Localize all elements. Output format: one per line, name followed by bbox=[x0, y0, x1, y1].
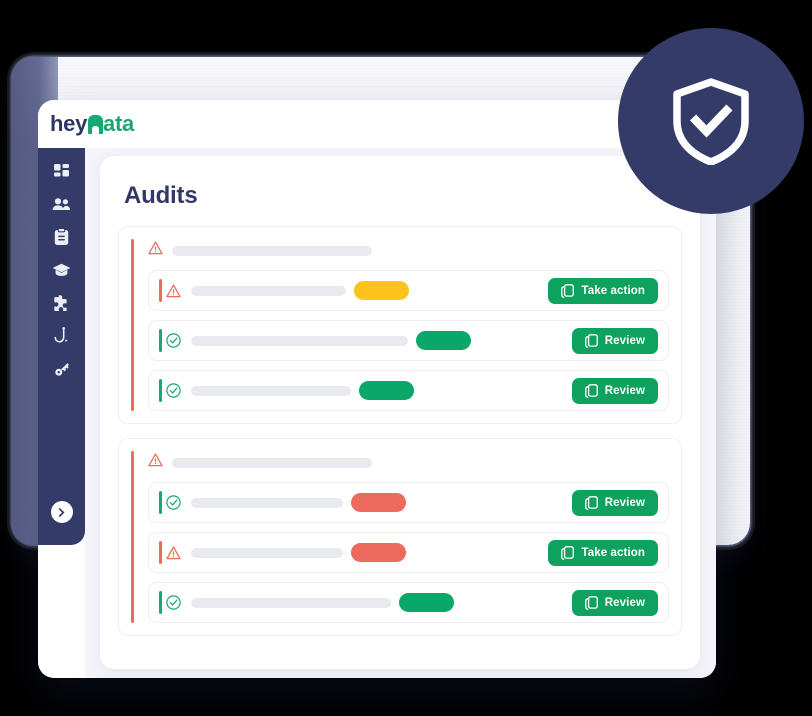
audit-group: Take action Review Review bbox=[118, 226, 682, 424]
take-action-button[interactable]: Take action bbox=[548, 277, 658, 304]
button-label: Review bbox=[604, 596, 645, 609]
copy-icon bbox=[561, 283, 575, 298]
audit-row-status-pill bbox=[359, 381, 414, 400]
audit-row-status-pill bbox=[351, 493, 406, 512]
warning-triangle-icon bbox=[165, 544, 182, 561]
audit-row-status-pill bbox=[416, 331, 471, 350]
app-window: hey ata Audits Take action Review Review… bbox=[38, 100, 716, 678]
logo-text-suffix: ata bbox=[103, 111, 134, 136]
button-label: Take action bbox=[581, 284, 645, 297]
sidebar-item-integrations[interactable] bbox=[52, 293, 72, 313]
audit-row-title-placeholder bbox=[191, 285, 346, 296]
warning-triangle-icon bbox=[165, 282, 182, 299]
content-area: Audits Take action Review Review Review Take… bbox=[85, 148, 716, 678]
check-circle-icon bbox=[165, 332, 182, 349]
warning-triangle-icon bbox=[148, 453, 163, 472]
shield-badge bbox=[618, 28, 804, 214]
sidebar-item-audits[interactable] bbox=[52, 227, 72, 247]
review-button[interactable]: Review bbox=[571, 327, 658, 354]
audit-row[interactable]: Review bbox=[148, 482, 669, 523]
audit-group-status-bar bbox=[131, 239, 134, 411]
audit-group-title-placeholder bbox=[172, 245, 372, 256]
review-button[interactable]: Review bbox=[571, 589, 658, 616]
button-label: Take action bbox=[581, 546, 645, 559]
shield-check-icon bbox=[673, 78, 749, 165]
audit-row-title-placeholder bbox=[191, 597, 391, 608]
logo[interactable]: hey ata bbox=[50, 111, 134, 137]
take-action-button[interactable]: Take action bbox=[548, 539, 658, 566]
copy-icon bbox=[584, 383, 598, 398]
sidebar-item-dashboard[interactable] bbox=[52, 161, 72, 181]
audit-row[interactable]: Take action bbox=[148, 270, 669, 311]
warning-triangle-icon bbox=[148, 241, 163, 260]
copy-icon bbox=[584, 595, 598, 610]
copy-icon bbox=[584, 495, 598, 510]
audit-row[interactable]: Review bbox=[148, 370, 669, 411]
sidebar-item-access[interactable] bbox=[52, 359, 72, 379]
audit-row-list: Take action Review Review bbox=[131, 270, 669, 411]
audit-row-status-pill bbox=[399, 593, 454, 612]
sidebar-nav bbox=[52, 161, 72, 379]
audit-row[interactable]: Take action bbox=[148, 532, 669, 573]
check-circle-icon bbox=[165, 382, 182, 399]
sidebar-item-training[interactable] bbox=[52, 260, 72, 280]
check-circle-icon bbox=[165, 594, 182, 611]
app-header: hey ata bbox=[38, 100, 716, 148]
audit-row-status-pill bbox=[351, 543, 406, 562]
audit-row[interactable]: Review bbox=[148, 582, 669, 623]
audit-group-header bbox=[131, 237, 669, 270]
check-circle-icon bbox=[165, 494, 182, 511]
logo-text-prefix: hey bbox=[50, 111, 88, 136]
sidebar bbox=[38, 148, 85, 545]
copy-icon bbox=[561, 545, 575, 560]
audit-row-status-pill bbox=[354, 281, 409, 300]
audit-row-status-bar bbox=[159, 591, 162, 614]
logo-mark-icon bbox=[88, 114, 104, 134]
audit-row[interactable]: Review bbox=[148, 320, 669, 361]
audit-group-status-bar bbox=[131, 451, 134, 623]
audit-row-status-bar bbox=[159, 379, 162, 402]
audit-row-status-bar bbox=[159, 279, 162, 302]
audits-page-card: Audits Take action Review Review Review Take… bbox=[100, 156, 700, 669]
audit-row-list: Review Take action Review bbox=[131, 482, 669, 623]
audit-row-title-placeholder bbox=[191, 335, 408, 346]
audit-row-status-bar bbox=[159, 541, 162, 564]
audit-row-title-placeholder bbox=[191, 547, 343, 558]
audit-group-header bbox=[131, 449, 669, 482]
composition-canvas: hey ata Audits Take action Review Review… bbox=[0, 0, 812, 716]
audit-group: Review Take action Review bbox=[118, 438, 682, 636]
audit-row-status-bar bbox=[159, 329, 162, 352]
review-button[interactable]: Review bbox=[571, 489, 658, 516]
audit-group-title-placeholder bbox=[172, 457, 372, 468]
audit-row-title-placeholder bbox=[191, 497, 343, 508]
page-title: Audits bbox=[124, 182, 198, 209]
audit-groups-list: Take action Review Review Review Take action… bbox=[100, 210, 700, 636]
sidebar-item-phishing[interactable] bbox=[52, 326, 72, 346]
copy-icon bbox=[584, 333, 598, 348]
button-label: Review bbox=[604, 334, 645, 347]
review-button[interactable]: Review bbox=[571, 377, 658, 404]
audit-row-title-placeholder bbox=[191, 385, 351, 396]
audit-row-status-bar bbox=[159, 491, 162, 514]
button-label: Review bbox=[604, 496, 645, 509]
sidebar-item-users[interactable] bbox=[52, 194, 72, 214]
sidebar-expand-button[interactable] bbox=[50, 501, 73, 523]
button-label: Review bbox=[604, 384, 645, 397]
